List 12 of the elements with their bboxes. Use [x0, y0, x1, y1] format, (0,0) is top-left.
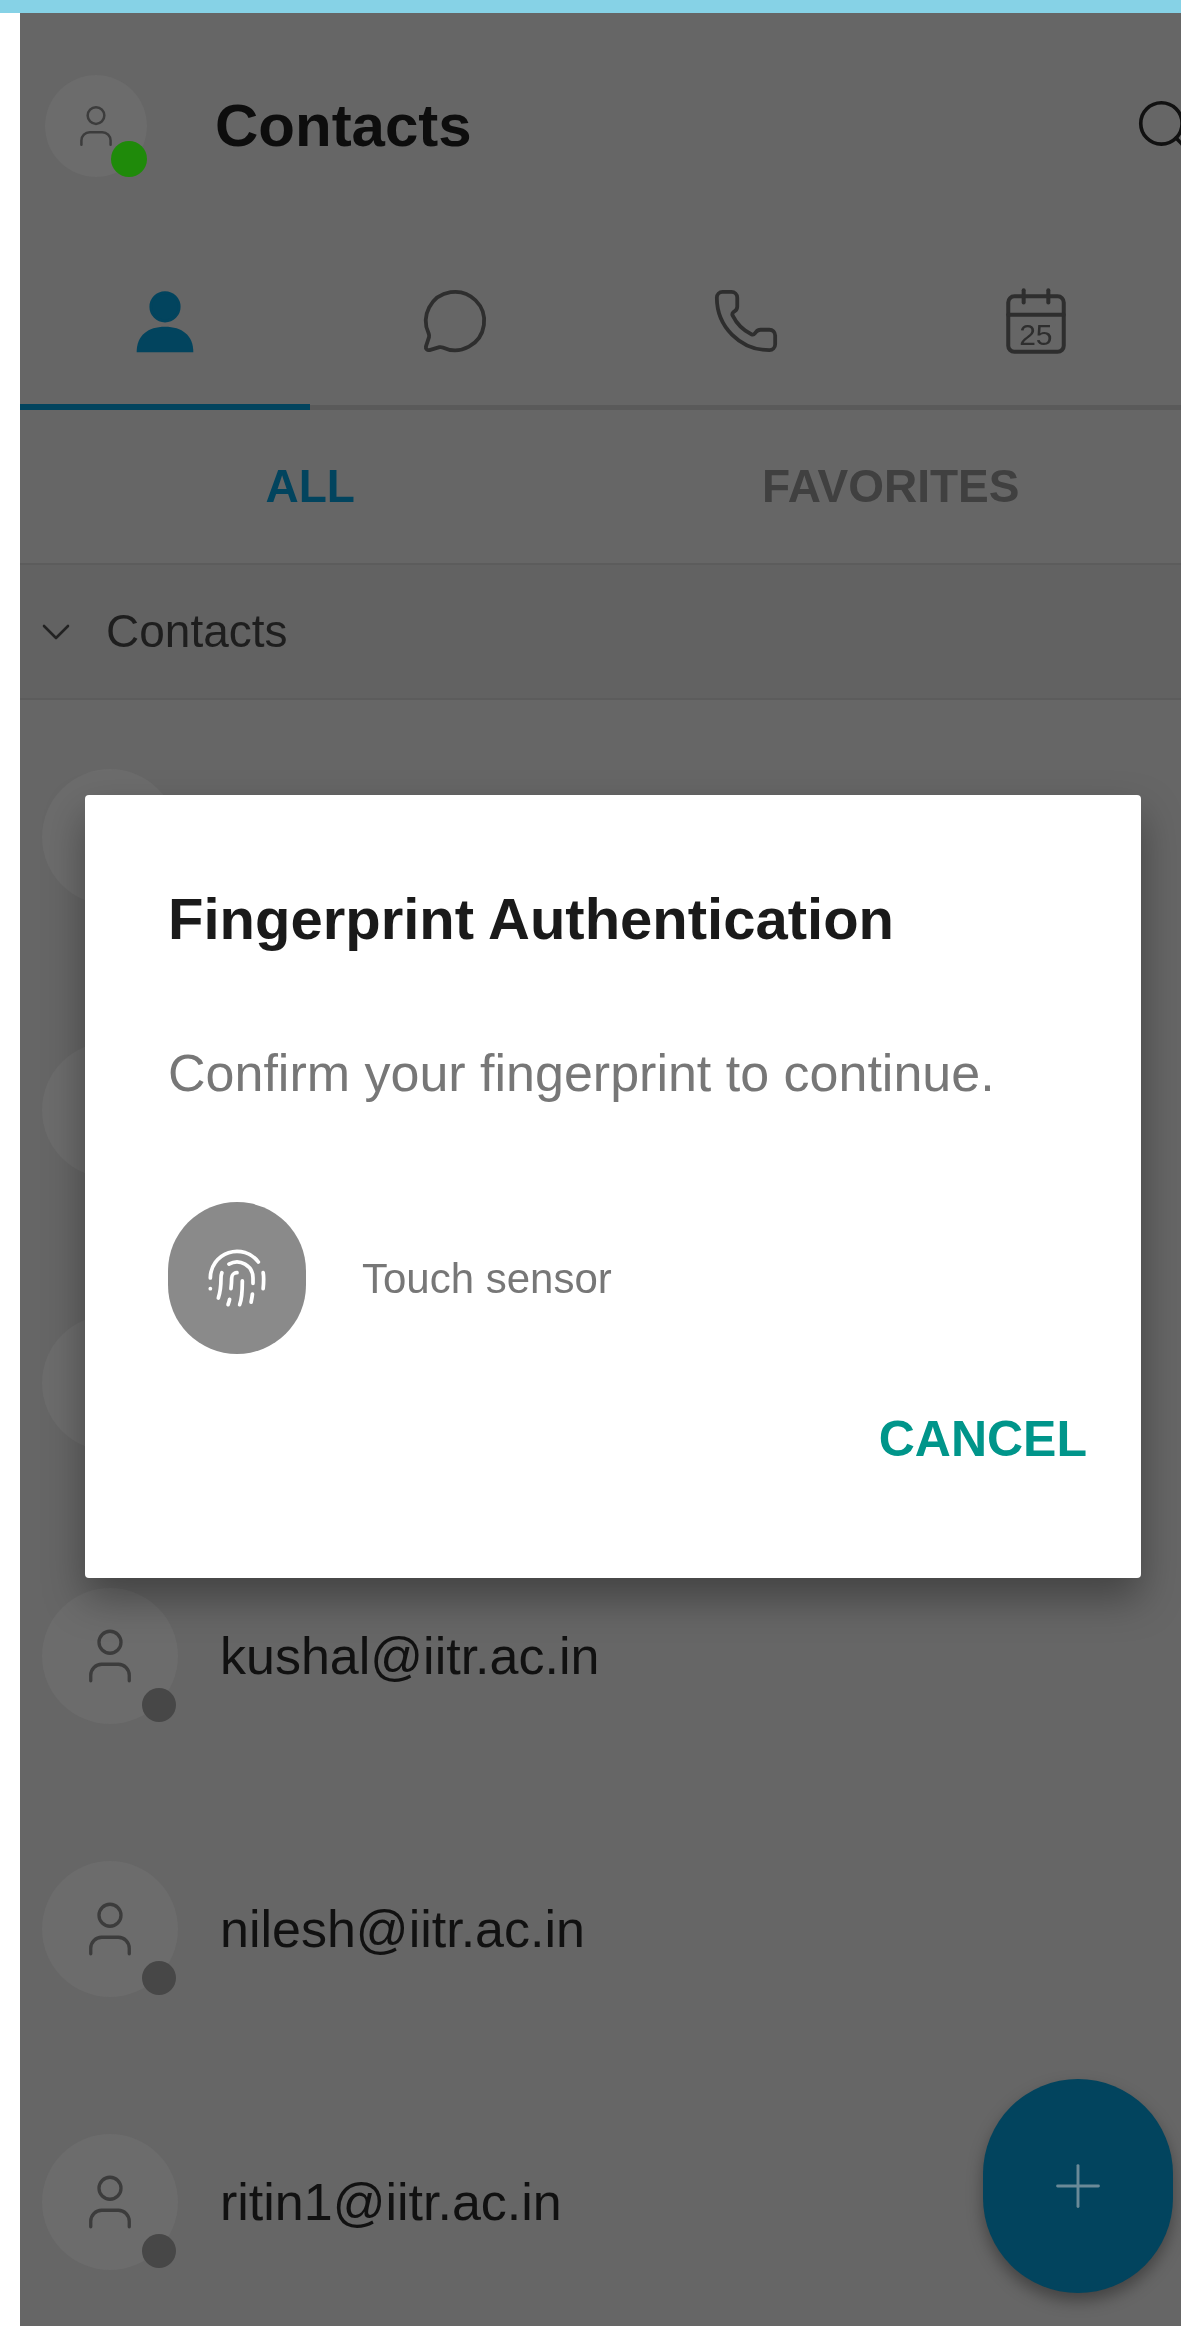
nav-tab[interactable]: 25 [890, 238, 1181, 410]
dialog-message: Confirm your fingerprint to continue. [168, 1043, 996, 1104]
contact-name[interactable]: ritin1@iitr.ac.in [220, 2162, 562, 2241]
fingerprint-icon [205, 1246, 269, 1310]
sensor-label: Touch sensor [362, 1253, 612, 1304]
cancel-button[interactable]: CANCEL [878, 1402, 1087, 1477]
dialog-title: Fingerprint Authentication [168, 885, 896, 953]
section-header[interactable]: Contacts [20, 565, 1181, 700]
screen-title: Contacts [215, 90, 472, 161]
filter-tab[interactable]: ALL [20, 410, 601, 563]
contact-name[interactable]: nilesh@iitr.ac.in [220, 1889, 585, 1968]
contact-name[interactable]: kushal@iitr.ac.in [220, 1616, 600, 1695]
